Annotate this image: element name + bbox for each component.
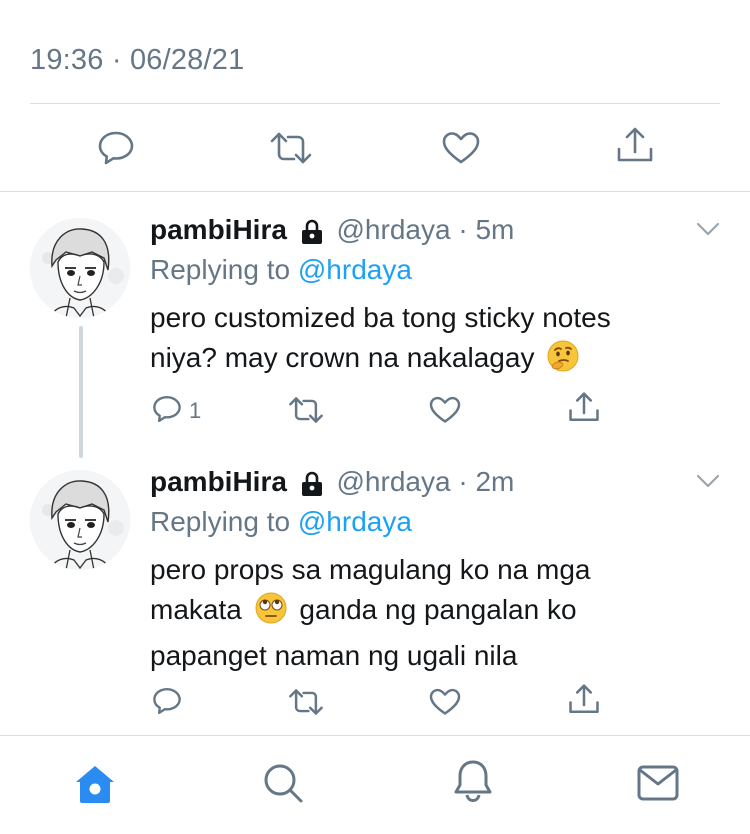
retweet-icon[interactable] (288, 688, 324, 716)
handle[interactable]: @hrdaya (337, 214, 451, 245)
reply-icon[interactable] (97, 130, 135, 166)
replying-to: Replying to @hrdaya (150, 506, 412, 538)
tweet-line: niya? may crown na nakalagay (150, 342, 535, 373)
thread-line (79, 326, 83, 458)
timestamp-divider (30, 103, 720, 104)
rolling-eyes-icon (254, 591, 288, 636)
tweet-line: makata (150, 594, 242, 625)
tweet-text: pero customized ba tong sticky notes niy… (150, 298, 710, 384)
tweet-line-with-emoji: niya? may crown na nakalagay (150, 338, 710, 384)
like-icon[interactable] (429, 396, 461, 424)
relative-time[interactable]: 2m (475, 466, 514, 497)
display-name[interactable]: pambiHira (150, 214, 287, 245)
tweet-line: pero customized ba tong sticky notes (150, 302, 611, 333)
like-icon[interactable] (429, 688, 461, 716)
replying-mention[interactable]: @hrdaya (298, 506, 412, 537)
replying-prefix: Replying to (150, 506, 291, 537)
notifications-icon[interactable] (452, 758, 494, 804)
tab-bar (0, 736, 750, 834)
thinking-face-icon (546, 339, 580, 384)
tweet-line: pero props sa magulang ko na mga (150, 554, 591, 585)
reply-icon[interactable] (152, 394, 182, 424)
lock-icon (301, 219, 323, 252)
retweet-icon[interactable] (270, 131, 312, 165)
tweet-line-with-emoji: makata ganda ng pangalan ko (150, 590, 710, 636)
replying-to: Replying to @hrdaya (150, 254, 412, 286)
avatar[interactable] (30, 470, 130, 570)
relative-time[interactable]: 5m (475, 214, 514, 245)
separator-dot: · (458, 466, 468, 497)
header-divider (0, 191, 750, 192)
home-icon[interactable] (74, 764, 116, 804)
reply-count: 1 (189, 398, 202, 423)
retweet-icon[interactable] (288, 396, 324, 424)
chevron-down-icon[interactable] (696, 222, 720, 236)
search-icon[interactable] (262, 762, 304, 804)
share-icon[interactable] (616, 127, 654, 165)
separator-dot: · (458, 214, 468, 245)
lock-icon (301, 471, 323, 504)
tweet-line: ganda ng pangalan ko (299, 594, 577, 625)
avatar[interactable] (30, 218, 130, 318)
share-icon[interactable] (568, 684, 600, 716)
chevron-down-icon[interactable] (696, 474, 720, 488)
tweet-line: papanget naman ng ugali nila (150, 640, 518, 671)
tweet-timestamp: 19:36 · 06/28/21 (30, 44, 245, 76)
like-icon[interactable] (442, 131, 480, 165)
handle[interactable]: @hrdaya (337, 466, 451, 497)
share-icon[interactable] (568, 392, 600, 424)
tweet-text: pero props sa magulang ko na mga makata … (150, 550, 710, 676)
replying-prefix: Replying to (150, 254, 291, 285)
messages-icon[interactable] (637, 765, 679, 801)
replying-mention[interactable]: @hrdaya (298, 254, 412, 285)
display-name[interactable]: pambiHira (150, 466, 287, 497)
reply-author-row: pambiHira @hrdaya · 5m (150, 214, 514, 252)
reply-icon[interactable] (152, 686, 182, 716)
reply-author-row: pambiHira @hrdaya · 2m (150, 466, 514, 504)
